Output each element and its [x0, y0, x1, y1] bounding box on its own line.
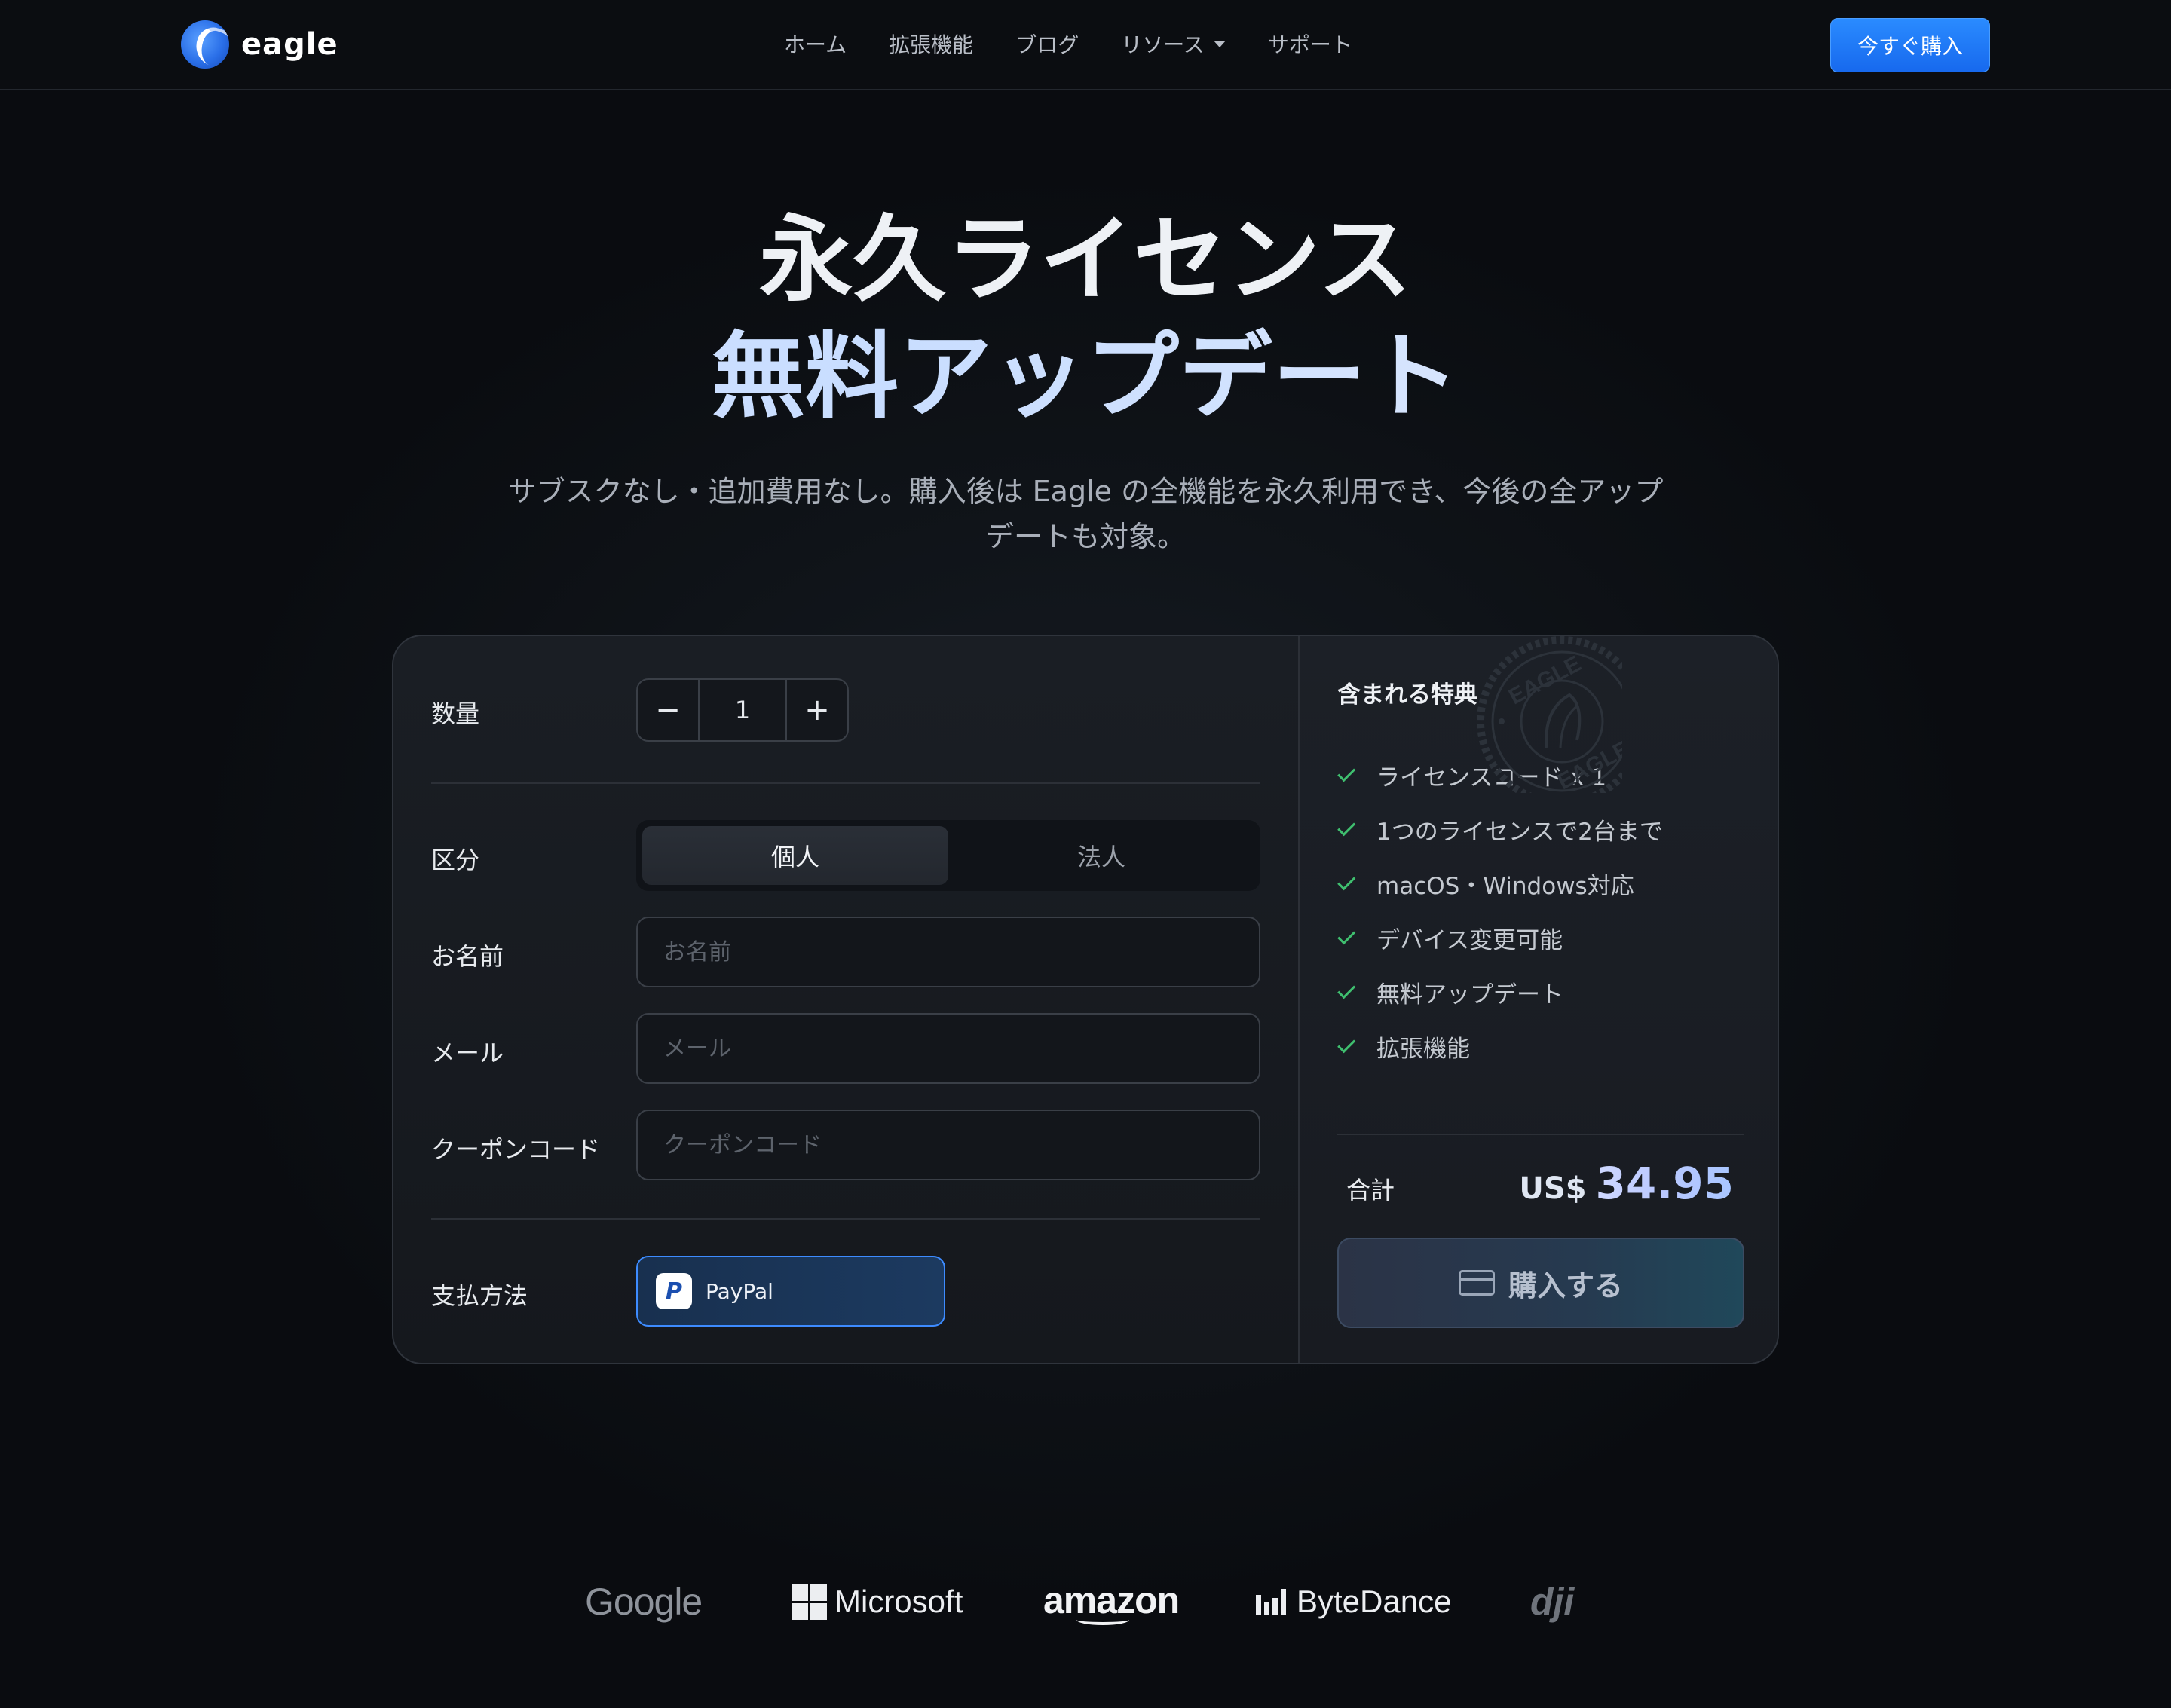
payment-method-label: PayPal	[706, 1278, 773, 1304]
customer-logos: Google Microsoft amazon ByteDance dji	[0, 1572, 2171, 1632]
eagle-logo-icon	[181, 20, 229, 69]
nav-item-extensions[interactable]: 拡張機能	[889, 29, 973, 59]
microsoft-logo: Microsoft	[792, 1572, 963, 1632]
customer-type-toggle: 個人 法人	[636, 820, 1260, 891]
total-amount: 34.95	[1595, 1158, 1734, 1209]
quantity-label: 数量	[431, 699, 480, 728]
purchase-button[interactable]: 購入する	[1337, 1238, 1744, 1328]
name-label: お名前	[431, 942, 504, 971]
quantity-decrease-button[interactable]: −	[638, 680, 698, 740]
feature-text: 1つのライセンスで2台まで	[1376, 818, 1663, 846]
email-input[interactable]	[636, 1013, 1260, 1084]
quantity-increase-button[interactable]: +	[787, 680, 847, 740]
main-menu: ホーム 拡張機能 ブログ リソース サポート	[784, 29, 1395, 59]
feature-item: 拡張機能	[1337, 1019, 1663, 1073]
feature-text: macOS・Windows対応	[1376, 872, 1634, 900]
nav-item-resources[interactable]: リソース	[1121, 29, 1226, 59]
hero-subtitle: サブスクなし・追加費用なし。購入後は Eagle の全機能を永久利用でき、今後の…	[507, 475, 1664, 553]
stamp-text-bottom: EAGLE	[1554, 736, 1622, 793]
nav-item-blog[interactable]: ブログ	[1015, 29, 1079, 59]
nav-item-label: ホーム	[784, 32, 847, 57]
summary-divider	[1337, 1134, 1744, 1135]
quantity-stepper: − 1 +	[636, 678, 849, 742]
feature-text: デバイス変更可能	[1376, 926, 1563, 954]
purchase-label: 購入する	[1508, 1269, 1623, 1302]
logo-text: Google	[585, 1581, 703, 1623]
order-form: 数量 − 1 + 区分 個人 法人 お名前 メール クーポンコード 支払方法 P…	[393, 636, 1298, 1363]
nav-item-label: ブログ	[1015, 32, 1079, 57]
buy-now-button[interactable]: 今すぐ購入	[1830, 18, 1990, 72]
form-divider	[431, 782, 1260, 784]
total-label: 合計	[1346, 1176, 1395, 1204]
type-label: 区分	[431, 846, 480, 874]
windows-icon	[792, 1584, 827, 1620]
quantity-value[interactable]: 1	[698, 680, 787, 740]
nav-item-label: リソース	[1121, 32, 1205, 57]
email-label: メール	[431, 1039, 504, 1067]
check-icon	[1337, 764, 1356, 782]
caret-down-icon	[1213, 40, 1226, 47]
type-option-personal[interactable]: 個人	[642, 826, 948, 885]
google-logo: Google	[585, 1572, 703, 1632]
included-title: 含まれる特典	[1337, 681, 1477, 709]
nav-item-home[interactable]: ホーム	[784, 29, 847, 59]
coupon-input[interactable]	[636, 1110, 1260, 1180]
logo-text: Microsoft	[834, 1584, 963, 1619]
check-icon	[1337, 872, 1356, 891]
payment-option-paypal[interactable]: P PayPal	[636, 1256, 945, 1327]
dji-logo: dji	[1530, 1572, 1574, 1632]
brand-name: eagle	[241, 27, 338, 62]
nav-item-support[interactable]: サポート	[1268, 29, 1352, 59]
paypal-icon: P	[656, 1273, 692, 1309]
feature-text: 拡張機能	[1376, 1035, 1470, 1063]
currency: US$	[1519, 1171, 1587, 1206]
feature-item: macOS・Windows対応	[1337, 856, 1663, 911]
coupon-label: クーポンコード	[431, 1135, 601, 1164]
check-icon	[1337, 926, 1356, 945]
check-icon	[1337, 818, 1356, 837]
nav-item-label: サポート	[1267, 32, 1352, 57]
feature-text: 無料アップデート	[1376, 981, 1563, 1009]
logo-text: dji	[1530, 1581, 1575, 1623]
nav-item-label: 拡張機能	[889, 32, 974, 57]
form-divider	[431, 1218, 1260, 1220]
hero-title-line1: 永久ライセンス	[759, 206, 1412, 314]
type-option-business[interactable]: 法人	[948, 826, 1254, 885]
brand[interactable]: eagle	[181, 20, 338, 69]
hero-title-line2: 無料アップデート	[0, 320, 2171, 433]
logo-text: ByteDance	[1297, 1584, 1452, 1619]
check-icon	[1337, 1035, 1356, 1054]
name-input[interactable]	[636, 917, 1260, 987]
feature-item: デバイス変更可能	[1337, 911, 1663, 965]
top-nav: eagle ホーム 拡張機能 ブログ リソース サポート 今すぐ購入	[0, 0, 2171, 90]
bytedance-logo: ByteDance	[1256, 1572, 1451, 1632]
credit-card-icon	[1458, 1270, 1495, 1296]
bytedance-bars-icon	[1256, 1589, 1289, 1615]
feature-list: ライセンスコード x 1 1つのライセンスで2台まで macOS・Windows…	[1337, 748, 1663, 1073]
check-icon	[1337, 981, 1356, 999]
eagle-stamp-icon: EAGLE EAGLE	[1477, 636, 1622, 793]
amazon-logo: amazon	[1043, 1572, 1180, 1632]
feature-item: 無料アップデート	[1337, 965, 1663, 1019]
amazon-smile-icon	[1076, 1615, 1129, 1625]
total-price: US$ 34.95	[1519, 1158, 1734, 1209]
feature-item: 1つのライセンスで2台まで	[1337, 802, 1663, 856]
payment-label: 支払方法	[431, 1281, 528, 1310]
